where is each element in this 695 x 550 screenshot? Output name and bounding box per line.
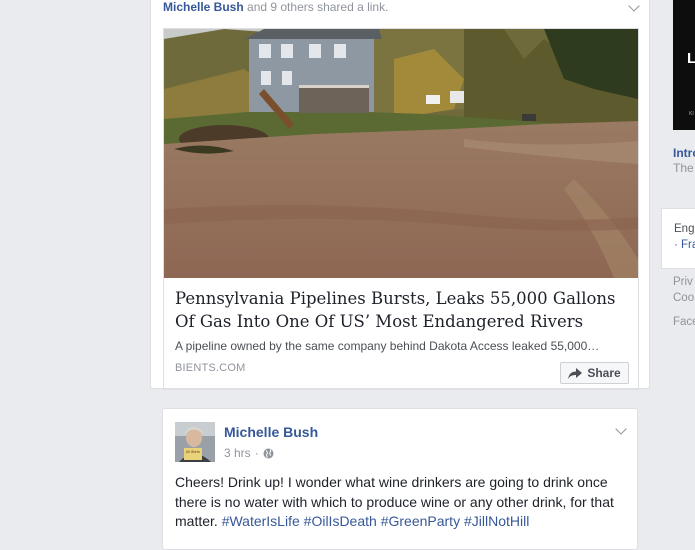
post-meta: 3 hrs · [224, 446, 274, 460]
avatar[interactable]: Jill Stein [175, 422, 215, 462]
hashtag-link[interactable]: #OilIsDeath [304, 513, 377, 529]
language-current: Eng [674, 223, 695, 235]
hashtag-link[interactable]: #JillNotHill [464, 513, 529, 529]
post-timestamp-link[interactable]: 3 hrs [224, 446, 251, 460]
ad-subtitle: The [673, 161, 694, 175]
language-option-link[interactable]: · Fra [674, 239, 695, 251]
link-description: A pipeline owned by the same company beh… [175, 339, 600, 353]
footer-facebook-text: Face [673, 316, 695, 328]
avatar-sign-text: Jill Stein [185, 450, 200, 454]
feed-post: Jill Stein Michelle Bush 3 hrs · Cheers!… [162, 408, 638, 550]
chevron-down-icon[interactable] [615, 423, 627, 435]
share-header-text: and 9 others shared a link. [243, 0, 389, 14]
ad-image[interactable]: L KI [673, 0, 695, 130]
share-header: Michelle Bush and 9 others shared a link… [163, 0, 388, 14]
profile-photo: Jill Stein [175, 422, 215, 462]
share-button-label: Share [587, 366, 621, 380]
link-preview-image[interactable] [164, 29, 638, 278]
footer-cookies-link[interactable]: Coo [673, 292, 694, 304]
post-author-link[interactable]: Michelle Bush [224, 424, 318, 440]
meta-separator: · [254, 446, 259, 460]
link-domain: BIENTS.COM [175, 362, 246, 374]
right-rail: L KI Intro The Eng · Fra Priv Coo Face [661, 0, 695, 541]
share-button[interactable]: Share [560, 362, 629, 384]
hashtag-link[interactable]: #WaterIsLife [222, 513, 300, 529]
shared-link-story: Michelle Bush and 9 others shared a link… [150, 0, 650, 390]
link-preview[interactable]: Pennsylvania Pipelines Bursts, Leaks 55,… [163, 28, 639, 390]
ad-image-small-text: KI [689, 111, 694, 117]
ad-image-letter: L [687, 50, 695, 67]
link-title[interactable]: Pennsylvania Pipelines Bursts, Leaks 55,… [175, 287, 630, 333]
flood-photo [164, 29, 638, 278]
chevron-down-icon[interactable] [628, 0, 640, 12]
language-box: Eng · Fra [661, 208, 695, 269]
post-body: Cheers! Drink up! I wonder what wine dri… [175, 473, 627, 532]
news-feed: Michelle Bush and 9 others shared a link… [150, 0, 650, 550]
hashtag-link[interactable]: #GreenParty [381, 513, 460, 529]
share-arrow-icon [568, 367, 583, 379]
ad-title-link[interactable]: Intro [673, 146, 695, 160]
globe-icon[interactable] [263, 448, 274, 459]
actor-name-link[interactable]: Michelle Bush [163, 0, 244, 14]
footer-privacy-link[interactable]: Priv [673, 276, 693, 288]
